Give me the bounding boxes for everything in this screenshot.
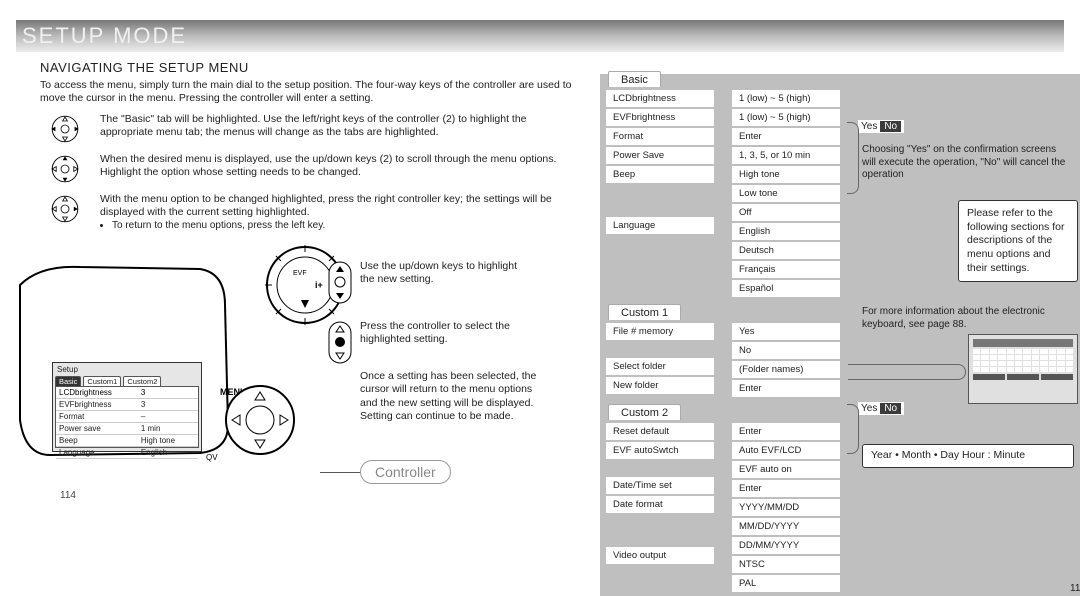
svg-text:i+: i+ (315, 280, 323, 290)
section-title: NAVIGATING THE SETUP MENU (40, 60, 580, 75)
v-foldernames: (Folder names) (732, 361, 840, 378)
hint-updown: Use the up/down keys to highlight the ne… (360, 260, 530, 286)
m-newfolder: New folder (606, 377, 714, 394)
page-number-right: 115 (1070, 583, 1080, 594)
m-autoswitch: EVF autoSwtch (606, 442, 714, 459)
step-3-bullet: To return to the menu options, press the… (112, 220, 580, 232)
step-1-text: The "Basic" tab will be highlighted. Use… (100, 113, 580, 139)
m-dateformat: Date format (606, 496, 714, 513)
yesno-note: Choosing "Yes" on the confirmation scree… (862, 144, 1072, 182)
m-video: Video output (606, 547, 714, 564)
v-file-yes: Yes (732, 323, 840, 340)
m-datetime: Date/Time set (606, 477, 714, 494)
lcd-tab-custom1: Custom1 (83, 376, 121, 386)
m-format: Format (606, 128, 714, 145)
m-beep: Beep (606, 166, 714, 183)
keyboard-thumb-icon (968, 334, 1078, 404)
kbd-note: For more information about the electroni… (862, 306, 1078, 331)
v-evfauto: EVF auto on (732, 461, 840, 478)
m-evfbright: EVFbrightness (606, 109, 714, 126)
v-lcd: 1 (low) ~ 5 (high) (732, 90, 840, 107)
step-1: The "Basic" tab will be highlighted. Use… (40, 113, 580, 145)
v-beep-off: Off (732, 204, 840, 221)
v-power: 1, 3, 5, or 10 min (732, 147, 840, 164)
hint-press: Press the controller to select the highl… (360, 320, 530, 346)
v-evf: 1 (low) ~ 5 (high) (732, 109, 840, 126)
lcd-tab-custom2: Custom2 (123, 376, 161, 386)
step-2-text: When the desired menu is displayed, use … (100, 153, 580, 179)
v-dt-enter: Enter (732, 480, 840, 497)
v-beep-hi: High tone (732, 166, 840, 183)
v-df-mdy: MM/DD/YYYY (732, 518, 840, 535)
step-2: When the desired menu is displayed, use … (40, 153, 580, 185)
tab-basic: Basic (608, 71, 661, 87)
yesno-format: YesNo (858, 120, 904, 133)
controller-callout: Controller (360, 460, 451, 484)
tab-custom2: Custom 2 (608, 404, 681, 420)
step-3: With the menu option to be changed highl… (40, 193, 580, 231)
v-lang-fr: Français (732, 261, 840, 278)
v-lang-de: Deutsch (732, 242, 840, 259)
v-newfolder-enter: Enter (732, 380, 840, 397)
m-language: Language (606, 217, 714, 234)
svg-text:QV: QV (206, 453, 218, 462)
camera-lcd: Setup Basic Custom1 Custom2 LCDbrightnes… (52, 362, 202, 452)
m-lcdbright: LCDbrightness (606, 90, 714, 107)
page-number-left: 114 (60, 490, 76, 501)
m-reset: Reset default (606, 423, 714, 440)
lcd-tab-basic: Basic (55, 376, 81, 386)
dpad-icon (45, 193, 85, 225)
svg-text:EVF: EVF (293, 270, 307, 277)
v-autoevf: Auto EVF/LCD (732, 442, 840, 459)
updown-icon (325, 260, 355, 305)
v-pal: PAL (732, 575, 840, 592)
v-df-ymd: YYYY/MM/DD (732, 499, 840, 516)
v-ntsc: NTSC (732, 556, 840, 573)
tab-custom1: Custom 1 (608, 304, 681, 320)
lcd-title: Setup (53, 363, 201, 376)
m-filemem: File # memory (606, 323, 714, 340)
v-reset-enter: Enter (732, 423, 840, 440)
v-lang-en: English (732, 223, 840, 240)
dpad-icon (45, 113, 85, 145)
yesno-reset: YesNo (858, 402, 904, 415)
intro-para: To access the menu, simply turn the main… (40, 79, 580, 105)
m-selectfolder: Select folder (606, 358, 714, 375)
page-title: SETUP MODE (22, 23, 187, 49)
menu-map: Basic LCDbrightness EVFbrightness Format… (600, 74, 1080, 596)
right-page: Basic LCDbrightness EVFbrightness Format… (600, 60, 1080, 596)
camera-illustration: MENU QV EVF i+ Setup (40, 240, 580, 480)
refer-note: Please refer to the following sections f… (958, 200, 1078, 282)
setup-mode-header: SETUP MODE (16, 20, 1064, 52)
m-powersave: Power Save (606, 147, 714, 164)
lcd-list: LCDbrightness3 EVFbrightness3 Format– Po… (55, 386, 199, 448)
left-page: NAVIGATING THE SETUP MENU To access the … (40, 60, 580, 480)
v-format: Enter (732, 128, 840, 145)
v-lang-es: Español (732, 280, 840, 297)
dpad-icon (45, 153, 85, 185)
v-file-no: No (732, 342, 840, 359)
summary: Once a setting has been selected, the cu… (360, 370, 540, 425)
press-center-icon (325, 320, 355, 365)
v-beep-lo: Low tone (732, 185, 840, 202)
date-format-box: Year • Month • Day Hour : Minute (862, 444, 1074, 468)
step-3-text: With the menu option to be changed highl… (100, 193, 580, 219)
